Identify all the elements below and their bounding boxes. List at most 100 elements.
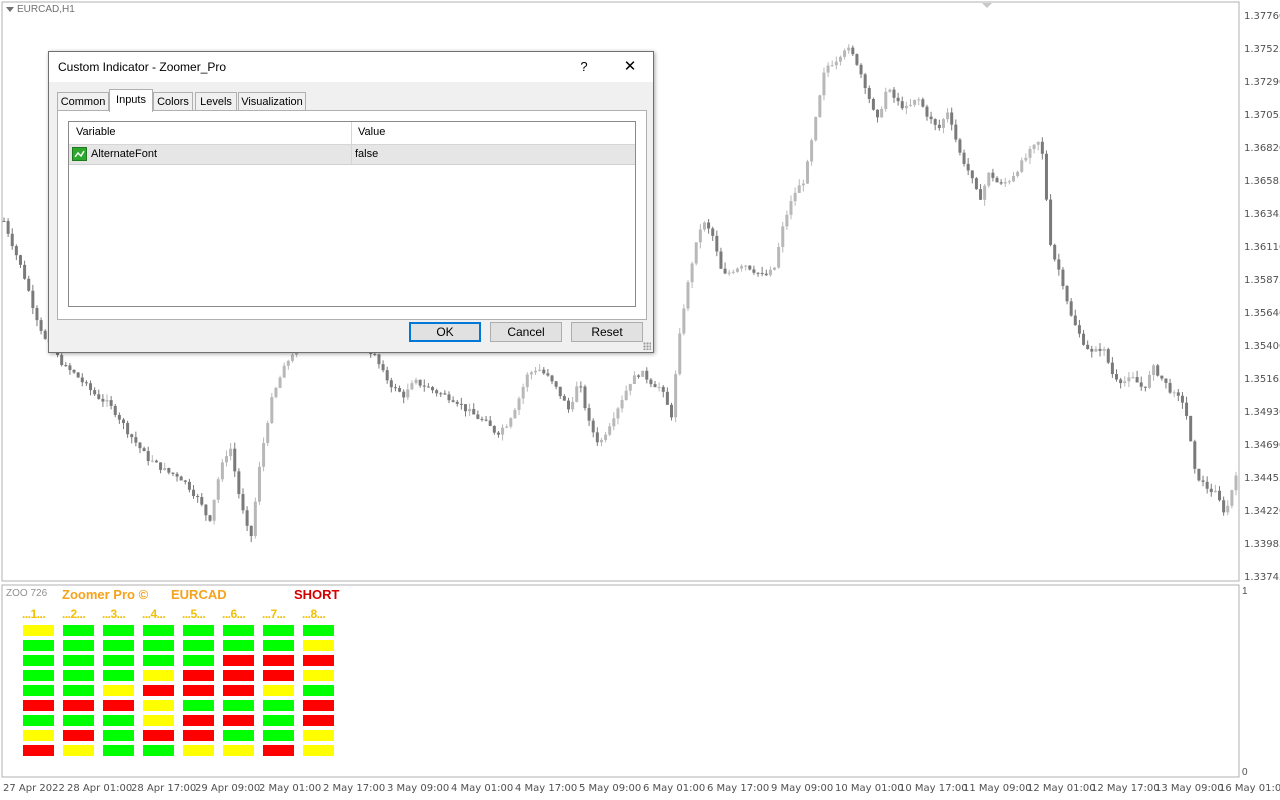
candle-body bbox=[995, 177, 999, 183]
candle-body bbox=[851, 47, 855, 55]
tab-levels[interactable]: Levels bbox=[195, 92, 237, 111]
candle-body bbox=[818, 95, 822, 118]
candle-body bbox=[200, 497, 204, 505]
dropdown-triangle-icon[interactable] bbox=[6, 6, 14, 12]
signal-cell bbox=[103, 715, 134, 726]
signal-cell bbox=[63, 670, 94, 681]
signal-cell bbox=[223, 715, 254, 726]
signal-cell bbox=[23, 640, 54, 651]
candle-body bbox=[760, 272, 764, 274]
candle-body bbox=[719, 251, 723, 269]
candle-body bbox=[764, 273, 768, 276]
column-divider[interactable] bbox=[351, 122, 352, 144]
candle-body bbox=[1131, 377, 1135, 379]
signal-cell bbox=[63, 625, 94, 636]
candle-body bbox=[768, 269, 772, 276]
candle-body bbox=[1053, 244, 1057, 260]
candle-body bbox=[105, 400, 109, 402]
candle-body bbox=[826, 65, 830, 73]
signal-cell bbox=[303, 715, 334, 726]
candle-body bbox=[18, 255, 22, 265]
candle-body bbox=[637, 375, 641, 377]
price-axis-label: 1.36110 bbox=[1244, 242, 1280, 253]
candle-body bbox=[80, 377, 84, 383]
signal-cell bbox=[23, 670, 54, 681]
candle-body bbox=[566, 400, 570, 410]
signal-cell bbox=[63, 685, 94, 696]
reset-button[interactable]: Reset bbox=[571, 322, 643, 342]
tab-colors[interactable]: Colors bbox=[153, 92, 193, 111]
candle-body bbox=[126, 423, 130, 435]
variable-name: AlternateFont bbox=[91, 148, 158, 160]
candle-body bbox=[1028, 148, 1032, 158]
candle-body bbox=[521, 387, 525, 399]
candle-body bbox=[64, 365, 68, 367]
candle-body bbox=[455, 401, 459, 404]
candle-body bbox=[270, 397, 274, 424]
candle-body bbox=[443, 393, 447, 395]
candle-body bbox=[418, 379, 422, 386]
candle-body bbox=[278, 377, 282, 388]
column-header-value[interactable]: Value bbox=[358, 126, 385, 138]
candle-body bbox=[834, 61, 838, 66]
candle-body bbox=[863, 74, 867, 89]
column-header-variable[interactable]: Variable bbox=[76, 126, 116, 138]
candle-body bbox=[661, 386, 665, 392]
signal-cell bbox=[143, 655, 174, 666]
candle-body bbox=[175, 473, 179, 477]
signal-cell bbox=[23, 715, 54, 726]
tab-visualization[interactable]: Visualization bbox=[238, 92, 306, 111]
candle-body bbox=[60, 355, 64, 366]
candle-body bbox=[183, 480, 187, 482]
signal-cell bbox=[303, 655, 334, 666]
candle-body bbox=[814, 117, 818, 141]
candle-body bbox=[838, 56, 842, 62]
custom-indicator-dialog[interactable]: Custom Indicator - Zoomer_Pro ? ✕ Common… bbox=[48, 51, 654, 353]
close-button[interactable]: ✕ bbox=[615, 52, 645, 82]
table-row[interactable]: AlternateFont false bbox=[69, 145, 635, 165]
signal-cell bbox=[183, 625, 214, 636]
candle-body bbox=[908, 104, 912, 106]
resize-grip-icon[interactable] bbox=[643, 342, 651, 350]
candle-body bbox=[888, 89, 892, 92]
candle-body bbox=[579, 386, 583, 388]
signal-cell bbox=[263, 730, 294, 741]
candle-body bbox=[1209, 488, 1213, 493]
candle-body bbox=[117, 414, 121, 420]
candle-body bbox=[682, 308, 686, 334]
cancel-button[interactable]: Cancel bbox=[490, 322, 562, 342]
signal-cell bbox=[303, 625, 334, 636]
candle-body bbox=[1197, 468, 1201, 481]
candle-body bbox=[632, 375, 636, 384]
candle-body bbox=[216, 479, 220, 500]
candle-body bbox=[1011, 176, 1015, 182]
tab-inputs[interactable]: Inputs bbox=[109, 89, 153, 112]
variable-value[interactable]: false bbox=[355, 148, 378, 160]
help-button[interactable]: ? bbox=[569, 52, 599, 82]
signal-cell bbox=[183, 670, 214, 681]
candle-body bbox=[406, 389, 410, 398]
signal-cell bbox=[143, 640, 174, 651]
signal-cell bbox=[183, 685, 214, 696]
ok-button[interactable]: OK bbox=[409, 322, 481, 342]
candle-body bbox=[1086, 344, 1090, 349]
signal-cell bbox=[223, 625, 254, 636]
candle-body bbox=[241, 494, 245, 511]
candle-body bbox=[290, 354, 294, 361]
tab-common[interactable]: Common bbox=[57, 92, 109, 111]
dialog-titlebar[interactable]: Custom Indicator - Zoomer_Pro ? ✕ bbox=[49, 52, 653, 82]
candle-body bbox=[867, 88, 871, 99]
candle-body bbox=[645, 370, 649, 380]
candle-body bbox=[113, 405, 117, 415]
candle-body bbox=[220, 462, 224, 480]
candle-body bbox=[917, 99, 921, 101]
candle-body bbox=[1218, 490, 1222, 501]
candle-body bbox=[1193, 441, 1197, 469]
candle-body bbox=[805, 161, 809, 184]
candle-body bbox=[492, 425, 496, 433]
signal-cell bbox=[23, 625, 54, 636]
candle-body bbox=[150, 460, 154, 462]
candle-body bbox=[715, 235, 719, 252]
candle-body bbox=[558, 386, 562, 397]
candle-body bbox=[171, 472, 175, 474]
